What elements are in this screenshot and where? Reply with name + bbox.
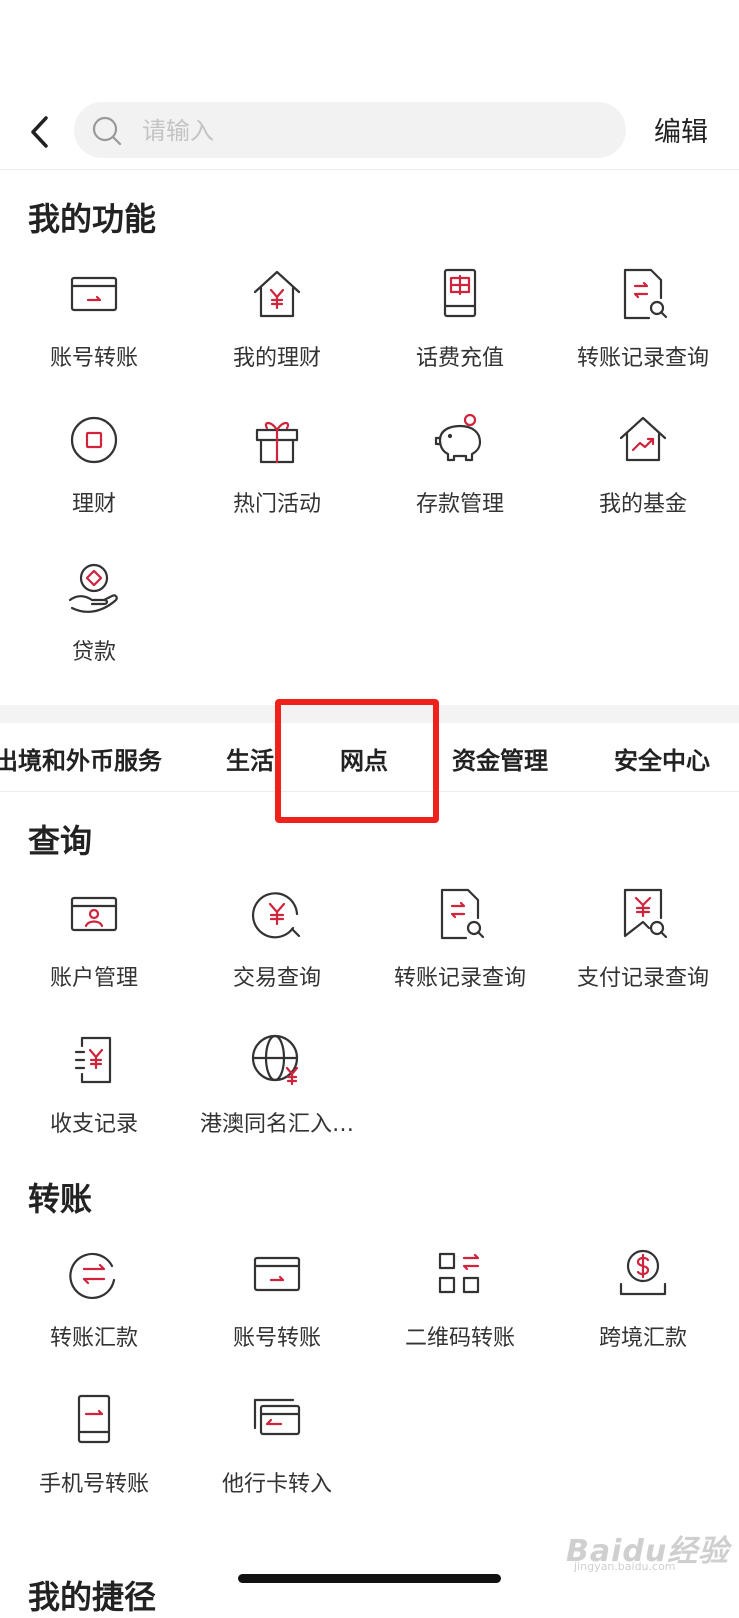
doc-transfer-search-icon	[440, 888, 485, 940]
transfer-label: 二维码转账	[404, 1326, 515, 1351]
transfer-label: 跨境汇款	[598, 1326, 687, 1351]
transfer-label: 转账汇款	[49, 1326, 138, 1351]
phone-transfer-icon	[77, 1394, 111, 1444]
query-label: 支付记录查询	[576, 966, 709, 991]
func-my-fund[interactable]: 我的基金	[551, 410, 735, 540]
baidu-watermark: Baidu经验 jingyan.baidu.com	[552, 1520, 732, 1576]
func-label: 转账记录查询	[576, 346, 709, 371]
globe-yuan-icon	[251, 1034, 299, 1086]
func-label: 热门活动	[232, 492, 321, 517]
yuan-search-icon	[251, 892, 301, 939]
transfer-label: 账号转账	[232, 1326, 321, 1351]
func-label: 存款管理	[415, 492, 504, 517]
func-my-wealth[interactable]: 我的理财	[185, 264, 369, 394]
home-indicator[interactable]	[238, 1574, 501, 1583]
query-label: 港澳同名汇入…	[199, 1112, 354, 1137]
query-account-management[interactable]: 账户管理	[2, 884, 186, 1014]
func-label: 我的理财	[232, 346, 321, 371]
cards-in-icon	[253, 1398, 301, 1436]
search-bar[interactable]	[74, 102, 626, 158]
query-label: 收支记录	[49, 1112, 138, 1137]
dollar-coin-icon	[619, 1249, 667, 1296]
tab-life[interactable]: 生活	[226, 741, 274, 776]
hand-coin-icon	[68, 563, 118, 613]
gift-icon	[255, 421, 299, 464]
query-payment-record[interactable]: 支付记录查询	[551, 884, 735, 1014]
header-divider	[0, 169, 739, 170]
transfer-qr-code[interactable]: 二维码转账	[368, 1244, 552, 1374]
query-hk-macau-remittance[interactable]: 港澳同名汇入…	[185, 1030, 369, 1160]
search-icon	[92, 116, 122, 146]
transfer-remittance[interactable]: 转账汇款	[2, 1244, 186, 1374]
func-hot-activities[interactable]: 热门活动	[185, 410, 369, 540]
query-transfer-record[interactable]: 转账记录查询	[368, 884, 552, 1014]
highlight-box	[275, 699, 439, 823]
transfer-cross-border[interactable]: 跨境汇款	[551, 1244, 735, 1374]
watermark-subtext: jingyan.baidu.com	[574, 1560, 676, 1573]
tab-fund-management[interactable]: 资金管理	[452, 741, 548, 776]
list-yuan-icon	[74, 1036, 112, 1084]
my-shortcuts-title: 我的捷径	[28, 1578, 157, 1616]
transfer-mobile-number[interactable]: 手机号转账	[2, 1390, 186, 1520]
transfer-account[interactable]: 账号转账	[185, 1244, 369, 1374]
edit-button[interactable]: 编辑	[654, 110, 708, 149]
func-label: 理财	[71, 492, 116, 517]
func-label: 贷款	[71, 640, 116, 665]
query-transaction[interactable]: 交易查询	[185, 884, 369, 1014]
piggy-bank-icon	[434, 413, 482, 462]
card-transfer-icon	[70, 276, 118, 312]
query-label: 账户管理	[49, 966, 138, 991]
bookmark-yuan-search-icon	[623, 888, 668, 939]
circle-arrows-icon	[69, 1252, 116, 1300]
tab-overseas-foreign-currency[interactable]: 出境和外币服务	[0, 741, 162, 776]
func-account-transfer[interactable]: 账号转账	[2, 264, 186, 394]
tab-security-center[interactable]: 安全中心	[614, 741, 710, 776]
query-title: 查询	[28, 822, 93, 860]
house-chart-icon	[619, 416, 667, 462]
func-phone-recharge[interactable]: 话费充值	[368, 264, 552, 394]
top-bar: 编辑	[0, 0, 739, 170]
house-yuan-icon	[253, 270, 301, 318]
func-loan[interactable]: 贷款	[2, 558, 186, 688]
func-label: 话费充值	[415, 346, 504, 371]
transfer-title: 转账	[28, 1180, 93, 1218]
func-wealth[interactable]: 理财	[2, 410, 186, 540]
transfer-label: 他行卡转入	[221, 1472, 332, 1497]
circle-square-icon	[70, 416, 118, 464]
query-income-expense[interactable]: 收支记录	[2, 1030, 186, 1160]
phone-hui-icon	[443, 268, 477, 318]
card-user-icon	[70, 896, 118, 932]
card-transfer-icon	[253, 1256, 301, 1292]
func-label: 账号转账	[49, 346, 138, 371]
my-functions-title: 我的功能	[28, 200, 157, 238]
search-input[interactable]	[140, 108, 614, 154]
back-button[interactable]	[22, 110, 62, 154]
func-label: 我的基金	[598, 492, 687, 517]
query-label: 转账记录查询	[393, 966, 526, 991]
qr-transfer-icon	[438, 1252, 480, 1294]
transfer-other-bank-card-in[interactable]: 他行卡转入	[185, 1390, 369, 1520]
query-label: 交易查询	[232, 966, 321, 991]
doc-transfer-search-icon	[623, 268, 668, 320]
chevron-left-icon	[31, 116, 48, 148]
func-deposit-management[interactable]: 存款管理	[368, 410, 552, 540]
transfer-label: 手机号转账	[38, 1472, 149, 1497]
func-transfer-record-query[interactable]: 转账记录查询	[551, 264, 735, 394]
